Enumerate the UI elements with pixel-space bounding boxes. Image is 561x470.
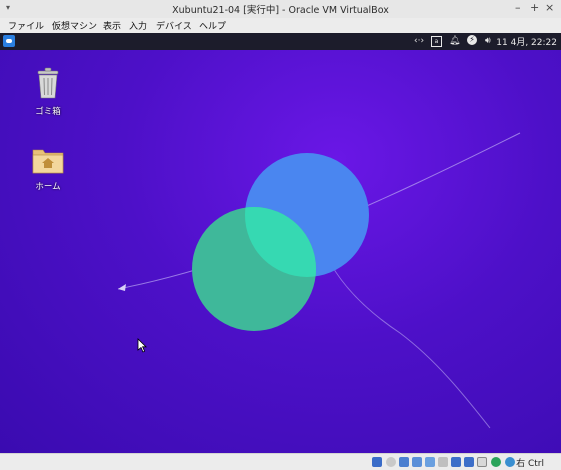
guest-screen[interactable]: ‹·› a 🔔︎ ⚡︎ 🔊︎ 11 4月, 22:22 ゴミ箱 ホーム [0, 33, 561, 453]
menu-help[interactable]: ヘルプ [199, 19, 226, 32]
minimize-icon[interactable]: – [515, 2, 521, 14]
menu-file[interactable]: ファイル [8, 19, 44, 32]
host-key-label: 右 Ctrl [516, 459, 544, 469]
virtualbox-window: ▾ Xubuntu21-04 [実行中] - Oracle VM Virtual… [0, 0, 561, 470]
close-icon[interactable]: × [545, 2, 554, 14]
desktop-icon-home[interactable]: ホーム [18, 146, 78, 192]
mouse-integration-icon[interactable] [505, 457, 515, 467]
video-capture-icon[interactable] [464, 457, 474, 467]
menu-bar: ファイル 仮想マシン 表示 入力 デバイス ヘルプ [0, 18, 561, 33]
home-folder-icon [32, 149, 64, 174]
keyboard-icon[interactable] [477, 457, 487, 467]
usb-icon[interactable] [425, 457, 435, 467]
mouse-pointer-icon [137, 338, 147, 353]
wallpaper-art [117, 132, 521, 429]
shared-folders-icon[interactable] [438, 457, 448, 467]
menu-machine[interactable]: 仮想マシン [52, 19, 97, 32]
desktop-icon-label: ホーム [35, 182, 61, 192]
status-bar: 右 Ctrl [0, 453, 561, 470]
menu-view[interactable]: 表示 [103, 19, 121, 32]
maximize-icon[interactable]: + [530, 2, 539, 14]
menu-input[interactable]: 入力 [129, 19, 147, 32]
menu-devices[interactable]: デバイス [156, 19, 192, 32]
window-title: Xubuntu21-04 [実行中] - Oracle VM VirtualBo… [172, 5, 389, 16]
hard-disk-icon[interactable] [372, 457, 382, 467]
wallpaper-arrowhead [118, 284, 126, 291]
audio-icon[interactable] [399, 457, 409, 467]
desktop-icon-trash[interactable]: ゴミ箱 [18, 67, 78, 117]
display-icon[interactable] [451, 457, 461, 467]
desktop-icon-label: ゴミ箱 [35, 107, 61, 117]
title-bar[interactable]: ▾ Xubuntu21-04 [実行中] - Oracle VM Virtual… [0, 0, 561, 19]
cpu-icon[interactable] [491, 457, 501, 467]
trash-icon [37, 67, 59, 99]
optical-drive-icon[interactable] [386, 457, 396, 467]
network-adapter-icon[interactable] [412, 457, 422, 467]
